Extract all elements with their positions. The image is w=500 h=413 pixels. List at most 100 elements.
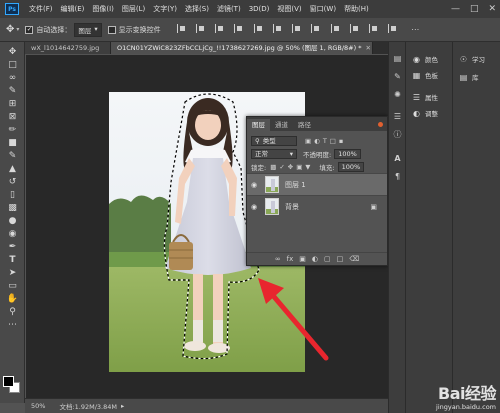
auto-select-dropdown[interactable]: 图层 ▾ <box>74 22 102 37</box>
distribute-bottom-icon[interactable] <box>330 24 340 33</box>
panel-properties[interactable]: ☰ 属性 <box>412 92 438 103</box>
menu-window[interactable]: 窗口(W) <box>306 4 340 14</box>
adjustment-icon[interactable]: ◐ <box>312 255 318 263</box>
close-icon[interactable]: ✕ <box>488 4 496 14</box>
hand-tool-icon[interactable]: ✋ <box>6 293 19 304</box>
gradient-tool-icon[interactable]: ▩ <box>6 202 19 213</box>
path-select-tool-icon[interactable]: ➤ <box>6 267 19 278</box>
minimize-icon[interactable]: — <box>451 4 460 14</box>
menu-edit[interactable]: 编辑(E) <box>57 4 89 14</box>
panel-swatches[interactable]: ▦ 色板 <box>412 70 438 81</box>
close-tab-icon[interactable]: ✕ <box>365 44 370 52</box>
panel-menu-icon[interactable] <box>378 122 383 127</box>
healing-tool-icon[interactable]: ■ <box>6 137 19 148</box>
opacity-field[interactable]: 100% <box>334 148 361 159</box>
opacity-label: 不透明度: <box>303 150 332 159</box>
dodge-tool-icon[interactable]: ◉ <box>6 228 19 239</box>
align-right-icon[interactable] <box>272 24 282 33</box>
history-brush-tool-icon[interactable]: ↺ <box>6 176 19 187</box>
tab-document-2[interactable]: O1CN01YZWiC823ZFbCCLjCg_!!1738627269.jpg… <box>111 42 373 54</box>
lock-icon: ▣ <box>370 202 377 211</box>
photoshop-logo: Ps <box>5 3 19 15</box>
blur-tool-icon[interactable]: ● <box>6 215 19 226</box>
blend-mode-dropdown[interactable]: 正常 ▾ <box>251 148 297 159</box>
menu-help[interactable]: 帮助(H) <box>340 4 373 14</box>
eye-icon[interactable]: ◉ <box>251 181 260 189</box>
panel-color[interactable]: ◉ 颜色 <box>412 54 438 65</box>
quick-select-tool-icon[interactable]: ✎ <box>6 85 19 96</box>
distribute-top-icon[interactable] <box>292 24 301 33</box>
more-tools-icon[interactable]: ⋯ <box>6 319 19 330</box>
chevron-right-icon[interactable]: ▸ <box>121 402 124 410</box>
menu-3d[interactable]: 3D(D) <box>245 5 274 13</box>
show-transform-checkbox[interactable] <box>107 25 116 34</box>
menu-image[interactable]: 图像(I) <box>88 4 118 14</box>
shape-tool-icon[interactable]: ▭ <box>6 280 19 291</box>
paragraph-icon[interactable]: ¶ <box>393 172 402 181</box>
filter-kind-dropdown[interactable]: ⚲ 类型 <box>251 135 297 146</box>
tab-channels[interactable]: 通道 <box>270 119 293 131</box>
menu-layer[interactable]: 图层(L) <box>118 4 149 14</box>
more-options-icon[interactable]: ⋯ <box>411 25 419 34</box>
character-icon[interactable]: A <box>393 154 402 163</box>
foreground-color-swatch[interactable] <box>3 376 14 387</box>
align-center-icon[interactable] <box>253 24 263 33</box>
eyedropper-tool-icon[interactable]: ✏ <box>6 124 19 135</box>
history-icon[interactable]: ▤ <box>393 54 402 63</box>
panel-adjustments[interactable]: ◐ 调整 <box>412 108 438 119</box>
lasso-tool-icon[interactable]: ∞ <box>6 72 19 83</box>
pen-tool-icon[interactable]: ✒ <box>6 241 19 252</box>
watermark: Bai经验 jingyan.baidu.com <box>436 385 496 412</box>
properties-icon: ☰ <box>412 92 421 102</box>
align-middle-icon[interactable] <box>195 24 205 33</box>
panel-learn[interactable]: ☉ 学习 <box>459 54 485 65</box>
panel-libraries[interactable]: ▤ 库 <box>459 72 479 83</box>
distribute-left-icon[interactable] <box>349 24 359 33</box>
tab-layers[interactable]: 图层 <box>247 119 270 131</box>
distribute-right-icon[interactable] <box>388 24 397 33</box>
stamp-tool-icon[interactable]: ▲ <box>6 163 19 174</box>
layer-row-1[interactable]: ◉ 图层 1 <box>247 173 387 195</box>
marquee-tool-icon[interactable]: □ <box>6 59 19 70</box>
eraser-tool-icon[interactable]: ▯ <box>6 189 19 200</box>
link-icon[interactable]: ∞ <box>275 255 281 263</box>
info-icon[interactable]: ⓘ <box>393 130 402 139</box>
maximize-icon[interactable]: □ <box>470 4 479 14</box>
document-info[interactable]: 文档:1.92M/3.84M <box>59 401 117 411</box>
actions-icon[interactable]: ☰ <box>393 112 402 121</box>
eye-icon[interactable]: ◉ <box>251 203 260 211</box>
align-top-icon[interactable] <box>176 24 186 33</box>
tool-preset-chevron-icon[interactable]: ▾ <box>16 26 19 33</box>
brush-settings-icon[interactable]: ✎ <box>393 72 402 81</box>
type-tool-icon[interactable]: T <box>6 254 19 265</box>
menu-filter[interactable]: 滤镜(T) <box>213 4 245 14</box>
frame-tool-icon[interactable]: ⊠ <box>6 111 19 122</box>
tab-paths[interactable]: 路径 <box>293 119 316 131</box>
filter-icons[interactable]: ▣◐T□▪ <box>305 137 346 145</box>
fx-icon[interactable]: fx <box>287 255 294 263</box>
mask-icon[interactable]: ▣ <box>299 255 306 263</box>
fill-field[interactable]: 100% <box>337 161 365 172</box>
new-layer-icon[interactable]: □ <box>337 255 344 263</box>
trash-icon[interactable]: ⌫ <box>349 255 359 263</box>
crop-tool-icon[interactable]: ⊞ <box>6 98 19 109</box>
zoom-tool-icon[interactable]: ⚲ <box>6 306 19 317</box>
tab-document-1[interactable]: wX_l1014642759.jpg <box>25 42 111 54</box>
distribute-center-icon[interactable] <box>369 24 378 33</box>
distribute-middle-icon[interactable] <box>311 24 320 33</box>
menu-file[interactable]: 文件(F) <box>25 4 57 14</box>
zoom-level[interactable]: 50% <box>31 402 45 410</box>
align-bottom-icon[interactable] <box>215 24 224 33</box>
menu-select[interactable]: 选择(S) <box>181 4 213 14</box>
auto-select-checkbox[interactable]: ✓ <box>25 25 34 34</box>
layer-row-background[interactable]: ◉ 背景 ▣ <box>247 195 387 217</box>
menu-type[interactable]: 文字(Y) <box>149 4 181 14</box>
group-icon[interactable]: ▢ <box>324 255 331 263</box>
move-tool-icon[interactable]: ✥ <box>6 46 19 57</box>
lock-icons[interactable]: ▩✓✥▣▼ <box>270 163 313 171</box>
move-tool-icon[interactable]: ✥ <box>6 24 14 35</box>
brush-tool-icon[interactable]: ✎ <box>6 150 19 161</box>
menu-view[interactable]: 视图(V) <box>273 4 305 14</box>
brushes-icon[interactable]: ✺ <box>393 90 402 99</box>
align-left-icon[interactable] <box>234 24 243 33</box>
